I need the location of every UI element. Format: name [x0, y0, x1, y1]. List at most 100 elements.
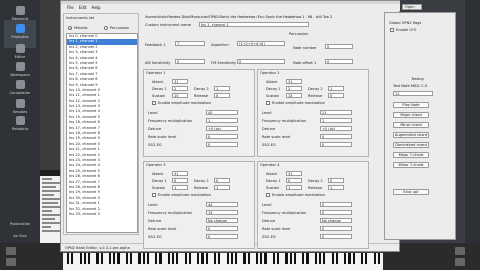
decay2-input[interactable]: 0 [328, 178, 344, 183]
piano-black-key[interactable] [113, 253, 116, 264]
melodic-radio[interactable] [68, 26, 72, 30]
menu-edit[interactable]: Edit [79, 5, 87, 10]
algorithm-select[interactable]: [1→2→3→4→0] [237, 41, 285, 46]
menu-file[interactable]: File [67, 5, 74, 10]
custom-name-input[interactable]: Ins 1, channel 1 [199, 22, 309, 27]
settings-icon[interactable] [455, 258, 465, 266]
feedback-input[interactable]: 7 [175, 41, 205, 46]
am-sensitivity-select[interactable]: 0 [175, 59, 205, 64]
piano-black-key[interactable] [109, 253, 112, 264]
piano-black-key[interactable] [260, 253, 263, 264]
freq-mult-input[interactable]: 1 [206, 118, 238, 123]
piano-black-key[interactable] [188, 253, 191, 264]
release-input[interactable]: 1 [214, 185, 230, 190]
piano-black-key[interactable] [256, 253, 259, 264]
am-enable-checkbox[interactable] [266, 193, 270, 197]
piano-black-key[interactable] [142, 253, 145, 264]
piano-black-key[interactable] [319, 253, 322, 264]
piano-black-key[interactable] [100, 253, 103, 264]
attack-input[interactable]: 31 [286, 79, 302, 84]
sustain-input[interactable]: 15 [286, 93, 302, 98]
piano-black-key[interactable] [96, 253, 99, 264]
piano-black-key[interactable] [235, 253, 238, 264]
test-note-input[interactable]: 11 [393, 91, 433, 96]
level-input[interactable]: 21 [320, 110, 352, 115]
piano-black-key[interactable] [293, 253, 296, 264]
am-enable-checkbox[interactable] [152, 193, 156, 197]
release-input[interactable]: 0 [214, 93, 230, 98]
piano-black-key[interactable] [71, 253, 74, 264]
detune-select[interactable]: No change [320, 218, 352, 223]
decay2-input[interactable]: 1 [214, 86, 230, 91]
piano-black-key[interactable] [155, 253, 158, 264]
piano-black-key[interactable] [146, 253, 149, 264]
sustain-input[interactable]: 15 [172, 93, 188, 98]
piano-black-key[interactable] [365, 253, 368, 264]
shut-up-button[interactable]: Shut up! [393, 189, 429, 195]
attack-input[interactable]: 31 [172, 171, 188, 176]
augmented-chord-button[interactable]: Augmented chord [393, 132, 429, 138]
piano-black-key[interactable] [172, 253, 175, 264]
level-input[interactable]: 44 [206, 202, 238, 207]
minor-chord-button[interactable]: Minor chord [393, 122, 429, 128]
detune-select[interactable]: +0 (dc) [320, 126, 352, 131]
minor7-chord-button[interactable]: Minor 7-chord [393, 162, 429, 168]
piano-black-key[interactable] [344, 253, 347, 264]
piano-black-key[interactable] [373, 253, 376, 264]
decay2-input[interactable]: 1 [328, 86, 344, 91]
fm-sensitivity-select[interactable]: 0 [237, 59, 285, 64]
piano-black-key[interactable] [197, 253, 200, 264]
level-input[interactable]: 40 [206, 110, 238, 115]
piano-black-key[interactable] [306, 253, 309, 264]
piano-black-key[interactable] [243, 253, 246, 264]
terminal-icon[interactable] [6, 258, 16, 266]
release-input[interactable]: 1 [328, 185, 344, 190]
piano-black-key[interactable] [285, 253, 288, 264]
piano-black-key[interactable] [230, 253, 233, 264]
piano-black-key[interactable] [247, 253, 250, 264]
freq-mult-input[interactable]: 0 [320, 210, 352, 215]
rate-scale-input[interactable]: 0 [206, 226, 238, 231]
piano-black-key[interactable] [67, 253, 70, 264]
piano-black-key[interactable] [218, 253, 221, 264]
open-window-control[interactable]: Open [402, 4, 422, 10]
freq-mult-input[interactable]: 15 [206, 210, 238, 215]
piano-keyboard[interactable] [63, 252, 383, 270]
piano-black-key[interactable] [184, 253, 187, 264]
diminished-chord-button[interactable]: Diminished chord [393, 142, 429, 148]
piano-black-key[interactable] [348, 253, 351, 264]
major7-chord-button[interactable]: Major 7-chord [393, 152, 429, 158]
monitor-icon[interactable] [455, 247, 465, 255]
detune-select[interactable]: +0 (dc) [206, 126, 238, 131]
piano-black-key[interactable] [167, 253, 170, 264]
note-number-input[interactable]: 0 [325, 44, 353, 49]
menu-help[interactable]: Help [91, 5, 100, 10]
major-chord-button[interactable]: Major chord [393, 112, 429, 118]
piano-black-key[interactable] [314, 253, 317, 264]
percussion-radio[interactable] [104, 26, 108, 30]
piano-black-key[interactable] [361, 253, 364, 264]
sustain-input[interactable]: 1 [172, 185, 188, 190]
decay1-input[interactable]: 2 [286, 86, 302, 91]
note-offset-input[interactable]: 0 [325, 59, 353, 64]
rate-scale-input[interactable]: 0 [320, 134, 352, 139]
attack-input[interactable]: 31 [172, 79, 188, 84]
decay1-input[interactable]: 2 [172, 86, 188, 91]
decay1-input[interactable]: 0 [286, 178, 302, 183]
am-enable-checkbox[interactable] [152, 101, 156, 105]
piano-black-key[interactable] [226, 253, 229, 264]
enable-lfo-checkbox[interactable] [390, 28, 394, 32]
sustain-input[interactable]: 1 [286, 185, 302, 190]
am-enable-checkbox[interactable] [266, 101, 270, 105]
piano-black-key[interactable] [289, 253, 292, 264]
piano-black-key[interactable] [125, 253, 128, 264]
play-note-button[interactable]: Play Note [393, 102, 429, 108]
piano-black-key[interactable] [214, 253, 217, 264]
level-input[interactable]: 0 [320, 202, 352, 207]
ssg-eg-select[interactable]: 0 [320, 142, 352, 147]
piano-black-key[interactable] [83, 253, 86, 264]
decay1-input[interactable]: 0 [172, 178, 188, 183]
ssg-eg-select[interactable]: 0 [320, 234, 352, 239]
release-input[interactable]: 0 [328, 93, 344, 98]
decay2-input[interactable]: 0 [214, 178, 230, 183]
